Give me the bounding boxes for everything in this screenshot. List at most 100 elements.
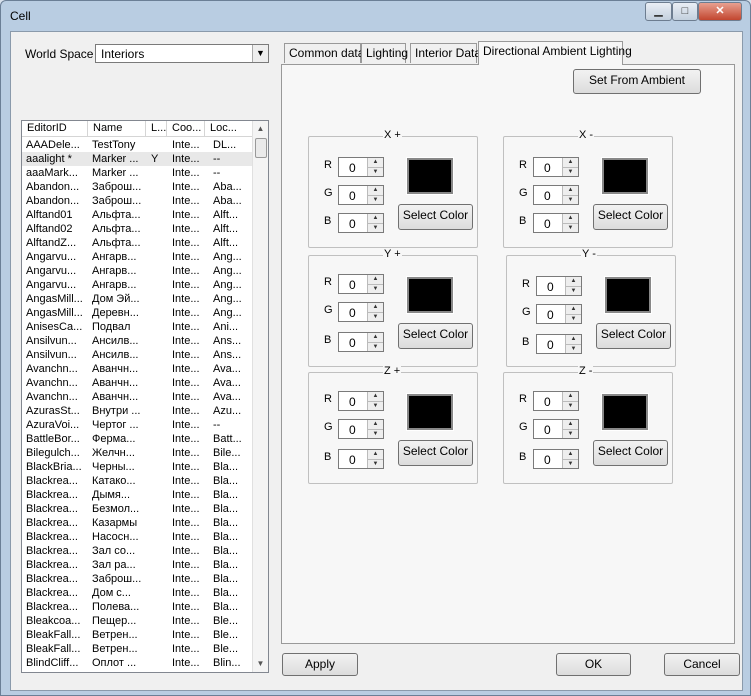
spin-up-icon[interactable]: ▲ bbox=[563, 214, 578, 223]
r-spinner[interactable]: 0 ▲ ▼ bbox=[533, 157, 579, 177]
table-row[interactable]: Avanchn... Аванчн... Inte... Ava... bbox=[22, 376, 253, 390]
table-row[interactable]: Angarvu... Ангарв... Inte... Ang... bbox=[22, 250, 253, 264]
spinner-buttons[interactable]: ▲ ▼ bbox=[367, 186, 383, 204]
b-spinner[interactable]: 0 ▲ ▼ bbox=[338, 213, 384, 233]
table-row[interactable]: Blackrea... Заброш... Inte... Bla... bbox=[22, 572, 253, 586]
table-row[interactable]: AngasMill... Дом Эй... Inte... Ang... bbox=[22, 292, 253, 306]
table-row[interactable]: Blackrea... Катако... Inte... Bla... bbox=[22, 474, 253, 488]
spin-down-icon[interactable]: ▼ bbox=[566, 314, 581, 323]
spinner-buttons[interactable]: ▲ ▼ bbox=[562, 392, 578, 410]
table-row[interactable]: BlindCliff... Оплот ... Inte... Blin... bbox=[22, 656, 253, 670]
spin-up-icon[interactable]: ▲ bbox=[368, 275, 383, 284]
spinner-buttons[interactable]: ▲ ▼ bbox=[367, 303, 383, 321]
table-row[interactable]: BleakFall... Ветрен... Inte... Ble... bbox=[22, 628, 253, 642]
scroll-up-icon[interactable]: ▲ bbox=[253, 121, 268, 137]
spin-up-icon[interactable]: ▲ bbox=[368, 186, 383, 195]
spinner-buttons[interactable]: ▲ ▼ bbox=[562, 186, 578, 204]
b-spinner[interactable]: 0 ▲ ▼ bbox=[536, 334, 582, 354]
table-row[interactable]: Alftand02 Альфта... Inte... Alft... bbox=[22, 222, 253, 236]
spin-up-icon[interactable]: ▲ bbox=[368, 420, 383, 429]
select-color-button[interactable]: Select Color bbox=[593, 204, 668, 230]
spin-up-icon[interactable]: ▲ bbox=[563, 450, 578, 459]
dropdown-arrow-icon[interactable]: ▼ bbox=[252, 45, 268, 62]
select-color-button[interactable]: Select Color bbox=[398, 323, 473, 349]
table-row[interactable]: Angarvu... Ангарв... Inte... Ang... bbox=[22, 278, 253, 292]
spinner-buttons[interactable]: ▲ ▼ bbox=[562, 420, 578, 438]
scroll-thumb[interactable] bbox=[255, 138, 267, 158]
tab-interior-data[interactable]: Interior Data bbox=[410, 43, 481, 63]
b-spinner[interactable]: 0 ▲ ▼ bbox=[533, 449, 579, 469]
spinner-buttons[interactable]: ▲ ▼ bbox=[367, 420, 383, 438]
table-row[interactable]: Blackrea... Казармы Inte... Bla... bbox=[22, 516, 253, 530]
world-space-select[interactable]: Interiors ▼ bbox=[95, 44, 269, 63]
table-row[interactable]: BleakFall... Ветрен... Inte... Ble... bbox=[22, 642, 253, 656]
ok-button[interactable]: OK bbox=[556, 653, 631, 676]
table-row[interactable]: AzuraVoi... Чертог ... Inte... -- bbox=[22, 418, 253, 432]
spin-up-icon[interactable]: ▲ bbox=[563, 158, 578, 167]
spin-down-icon[interactable]: ▼ bbox=[368, 284, 383, 293]
table-row[interactable]: Blackrea... Дымя... Inte... Bla... bbox=[22, 488, 253, 502]
cancel-button[interactable]: Cancel bbox=[664, 653, 740, 676]
spin-down-icon[interactable]: ▼ bbox=[368, 342, 383, 351]
table-row[interactable]: Blackrea... Безмол... Inte... Bla... bbox=[22, 502, 253, 516]
b-spinner[interactable]: 0 ▲ ▼ bbox=[533, 213, 579, 233]
spin-up-icon[interactable]: ▲ bbox=[563, 186, 578, 195]
close-button[interactable]: ✕ bbox=[698, 2, 742, 21]
table-row[interactable]: Angarvu... Ангарв... Inte... Ang... bbox=[22, 264, 253, 278]
table-row[interactable]: BloodletT... Кровав... Inte... Blo... bbox=[22, 670, 253, 672]
tab-common-data[interactable]: Common data bbox=[284, 43, 364, 63]
spin-down-icon[interactable]: ▼ bbox=[368, 223, 383, 232]
apply-button[interactable]: Apply bbox=[282, 653, 358, 676]
table-row[interactable]: AzurasSt... Внутри ... Inte... Azu... bbox=[22, 404, 253, 418]
spin-up-icon[interactable]: ▲ bbox=[563, 392, 578, 401]
spinner-buttons[interactable]: ▲ ▼ bbox=[562, 158, 578, 176]
table-row[interactable]: Abandon... Заброш... Inte... Aba... bbox=[22, 194, 253, 208]
spin-down-icon[interactable]: ▼ bbox=[563, 429, 578, 438]
spinner-buttons[interactable]: ▲ ▼ bbox=[367, 214, 383, 232]
g-spinner[interactable]: 0 ▲ ▼ bbox=[338, 302, 384, 322]
maximize-button[interactable]: □ bbox=[672, 2, 698, 21]
table-row[interactable]: Blackrea... Полева... Inte... Bla... bbox=[22, 600, 253, 614]
spinner-buttons[interactable]: ▲ ▼ bbox=[562, 214, 578, 232]
spin-up-icon[interactable]: ▲ bbox=[368, 392, 383, 401]
column-header-l[interactable]: L... bbox=[146, 121, 167, 137]
spin-down-icon[interactable]: ▼ bbox=[368, 195, 383, 204]
spin-up-icon[interactable]: ▲ bbox=[368, 214, 383, 223]
spin-down-icon[interactable]: ▼ bbox=[368, 312, 383, 321]
b-spinner[interactable]: 0 ▲ ▼ bbox=[338, 332, 384, 352]
spinner-buttons[interactable]: ▲ ▼ bbox=[367, 333, 383, 351]
g-spinner[interactable]: 0 ▲ ▼ bbox=[338, 185, 384, 205]
spinner-buttons[interactable]: ▲ ▼ bbox=[367, 158, 383, 176]
r-spinner[interactable]: 0 ▲ ▼ bbox=[338, 391, 384, 411]
spinner-buttons[interactable]: ▲ ▼ bbox=[367, 392, 383, 410]
tab-directional-ambient-lighting[interactable]: Directional Ambient Lighting bbox=[478, 41, 632, 65]
select-color-button[interactable]: Select Color bbox=[596, 323, 671, 349]
spin-down-icon[interactable]: ▼ bbox=[368, 401, 383, 410]
table-row[interactable]: BattleBor... Ферма... Inte... Batt... bbox=[22, 432, 253, 446]
table-row[interactable]: Alftand01 Альфта... Inte... Alft... bbox=[22, 208, 253, 222]
spin-down-icon[interactable]: ▼ bbox=[368, 429, 383, 438]
spin-up-icon[interactable]: ▲ bbox=[368, 333, 383, 342]
spin-down-icon[interactable]: ▼ bbox=[563, 223, 578, 232]
spin-down-icon[interactable]: ▼ bbox=[563, 459, 578, 468]
table-row[interactable]: aaaMark... Marker ... Inte... -- bbox=[22, 166, 253, 180]
spin-up-icon[interactable]: ▲ bbox=[368, 303, 383, 312]
spinner-buttons[interactable]: ▲ ▼ bbox=[562, 450, 578, 468]
table-row[interactable]: Ansilvun... Ансилв... Inte... Ans... bbox=[22, 334, 253, 348]
table-row[interactable]: Blackrea... Дом с... Inte... Bla... bbox=[22, 586, 253, 600]
column-header-editorid[interactable]: EditorID bbox=[22, 121, 88, 137]
spin-up-icon[interactable]: ▲ bbox=[563, 420, 578, 429]
spinner-buttons[interactable]: ▲ ▼ bbox=[565, 277, 581, 295]
r-spinner[interactable]: 0 ▲ ▼ bbox=[536, 276, 582, 296]
set-from-ambient-button[interactable]: Set From Ambient bbox=[573, 69, 701, 94]
column-header-location[interactable]: Loc... bbox=[205, 121, 253, 137]
select-color-button[interactable]: Select Color bbox=[593, 440, 668, 466]
table-row[interactable]: BlackBria... Черны... Inte... Bla... bbox=[22, 460, 253, 474]
spin-up-icon[interactable]: ▲ bbox=[368, 158, 383, 167]
spin-down-icon[interactable]: ▼ bbox=[563, 167, 578, 176]
table-row[interactable]: Blackrea... Зал ра... Inte... Bla... bbox=[22, 558, 253, 572]
table-row[interactable]: Avanchn... Аванчн... Inte... Ava... bbox=[22, 362, 253, 376]
spin-up-icon[interactable]: ▲ bbox=[368, 450, 383, 459]
column-header-coords[interactable]: Coo... bbox=[167, 121, 205, 137]
cell-list[interactable]: EditorID Name L... Coo... Loc... AAADele… bbox=[21, 120, 269, 673]
